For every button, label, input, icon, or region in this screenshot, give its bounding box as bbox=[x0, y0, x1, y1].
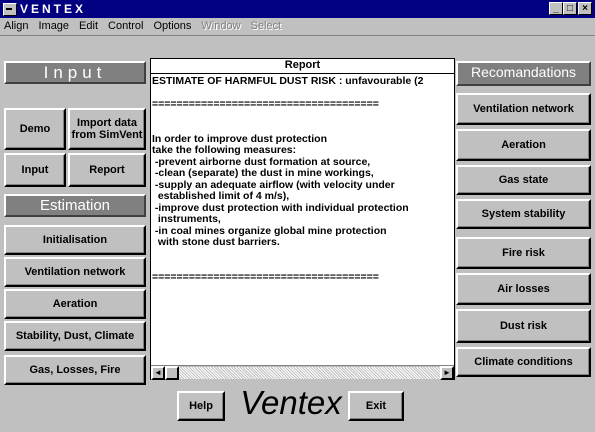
title-bar: VENTEX _ □ × bbox=[0, 0, 595, 18]
report-panel: Report ESTIMATE OF HARMFUL DUST RISK : u… bbox=[150, 58, 455, 380]
menu-edit[interactable]: Edit bbox=[79, 18, 98, 35]
recommendation-aeration-button[interactable]: Aeration bbox=[456, 129, 591, 161]
scroll-track[interactable] bbox=[179, 367, 440, 379]
report-title: Report bbox=[151, 59, 454, 74]
input-section-header: Input bbox=[4, 61, 146, 84]
menu-bar: Align Image Edit Control Options Window Select bbox=[0, 18, 595, 36]
aeration-estimation-button[interactable]: Aeration bbox=[4, 289, 146, 319]
ventilation-network-estimation-button[interactable]: Ventilation network bbox=[4, 257, 146, 287]
scroll-right-icon[interactable]: ► bbox=[440, 366, 454, 380]
report-text[interactable]: ESTIMATE OF HARMFUL DUST RISK : unfavour… bbox=[152, 76, 454, 364]
exit-button[interactable]: Exit bbox=[348, 391, 404, 421]
menu-select: Select bbox=[250, 20, 282, 32]
scroll-left-icon[interactable]: ◄ bbox=[151, 366, 165, 380]
help-button[interactable]: Help bbox=[177, 391, 225, 421]
report-button[interactable]: Report bbox=[68, 153, 146, 187]
menu-options[interactable]: Options bbox=[153, 18, 191, 35]
initialisation-button[interactable]: Initialisation bbox=[4, 225, 146, 255]
recommendation-ventilation-network-button[interactable]: Ventilation network bbox=[456, 93, 591, 125]
menu-image[interactable]: Image bbox=[38, 18, 69, 35]
system-menu-icon[interactable] bbox=[3, 3, 17, 16]
minimize-button[interactable]: _ bbox=[549, 2, 563, 15]
estimation-section-header: Estimation bbox=[4, 194, 146, 217]
maximize-button[interactable]: □ bbox=[563, 2, 577, 15]
import-simvent-button[interactable]: Import data from SimVent bbox=[68, 108, 146, 150]
recommendation-dust-risk-button[interactable]: Dust risk bbox=[456, 309, 591, 343]
recommendation-gas-state-button[interactable]: Gas state bbox=[456, 165, 591, 195]
scroll-thumb[interactable] bbox=[165, 366, 179, 380]
window-title: VENTEX bbox=[20, 2, 87, 16]
close-button[interactable]: × bbox=[578, 2, 592, 15]
horizontal-scrollbar[interactable]: ◄ ► bbox=[151, 365, 454, 380]
recommendation-climate-conditions-button[interactable]: Climate conditions bbox=[456, 347, 591, 377]
menu-control[interactable]: Control bbox=[108, 18, 143, 35]
demo-button[interactable]: Demo bbox=[4, 108, 66, 150]
input-button[interactable]: Input bbox=[4, 153, 66, 187]
recommendation-system-stability-button[interactable]: System stability bbox=[456, 199, 591, 229]
recommendation-air-losses-button[interactable]: Air losses bbox=[456, 273, 591, 305]
gas-losses-fire-button[interactable]: Gas, Losses, Fire bbox=[4, 355, 146, 385]
ventex-logo: Ventex bbox=[240, 384, 342, 421]
menu-align[interactable]: Align bbox=[4, 18, 28, 35]
recommendations-section-header: Recomandations bbox=[456, 61, 591, 86]
recommendation-fire-risk-button[interactable]: Fire risk bbox=[456, 237, 591, 269]
menu-window: Window bbox=[201, 20, 241, 32]
stability-dust-climate-button[interactable]: Stability, Dust, Climate bbox=[4, 321, 146, 351]
